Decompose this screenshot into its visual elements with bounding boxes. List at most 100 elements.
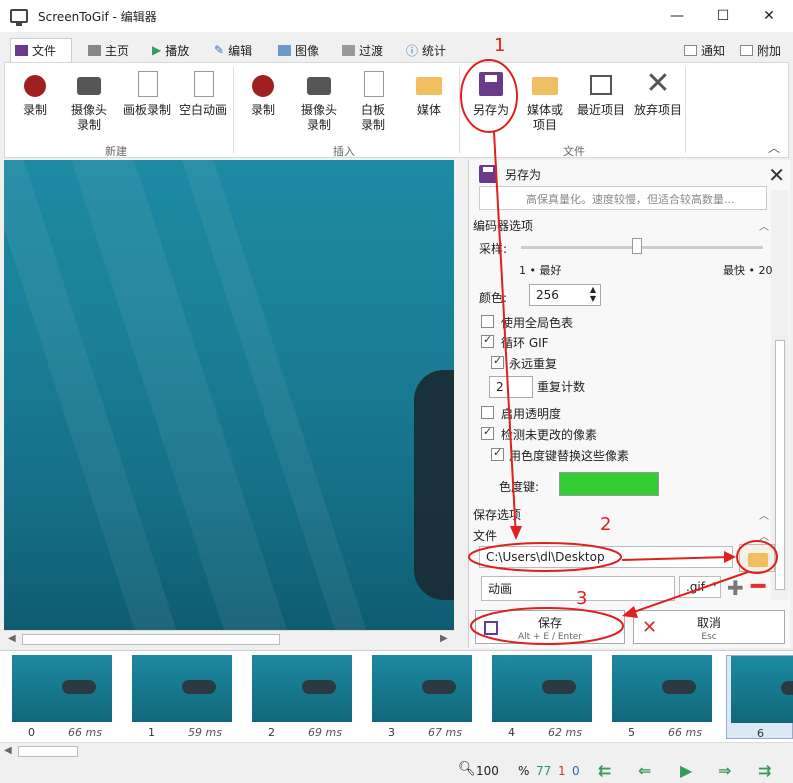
previous-frame-icon[interactable]: ⇐ <box>638 761 651 780</box>
file-section-header: 文件 <box>473 529 498 543</box>
browse-folder-button[interactable] <box>739 544 775 572</box>
collapse-ribbon-icon[interactable]: ︿ <box>768 139 780 156</box>
ribbon-group-new-label: 新建 <box>105 145 127 158</box>
repeat-forever-checkbox[interactable] <box>491 354 504 369</box>
scroll-left-icon[interactable]: ◀ <box>4 745 12 756</box>
maximize-button[interactable]: ☐ <box>700 0 746 32</box>
last-frame-icon[interactable]: ⇉ <box>758 761 771 780</box>
use-global-palette-label: 使用全局色表 <box>501 316 574 330</box>
tab-file[interactable]: 文件 <box>10 38 72 62</box>
sampling-slider-thumb[interactable] <box>632 238 642 254</box>
scroll-thumb[interactable] <box>775 340 785 590</box>
use-global-palette-checkbox[interactable] <box>481 315 494 328</box>
record-icon <box>20 69 50 99</box>
output-folder-path-input[interactable]: C:\Users\dl\Desktop <box>479 546 733 568</box>
scroll-thumb[interactable] <box>18 746 78 757</box>
tab-edit[interactable]: ✎ 编辑 <box>210 38 256 62</box>
annotation-number-2: 2 <box>600 514 612 535</box>
close-x-icon: ✕ <box>645 66 671 101</box>
colors-label: 颜色: <box>479 291 508 305</box>
repeat-count-input[interactable]: 2 <box>489 376 533 398</box>
cancel-button[interactable]: ✕ 取消 Esc <box>633 610 785 644</box>
replace-chroma-label: 用色度键替换这些像素 <box>509 449 630 463</box>
extras-button[interactable]: 附加 <box>736 38 785 62</box>
insert-whiteboard-recording-button[interactable]: 白板 录制 <box>345 69 401 133</box>
scroll-left-icon[interactable]: ◀ <box>8 633 16 644</box>
insert-media-button[interactable]: 媒体 <box>401 69 457 118</box>
timeline-frame[interactable]: 4 62 ms <box>488 655 592 739</box>
zoom-unit: % <box>518 764 530 778</box>
new-blank-animation-button[interactable]: 空白动画 <box>173 69 233 118</box>
panel-vertical-scrollbar[interactable] <box>771 190 789 600</box>
next-frame-icon[interactable]: ⇒ <box>718 761 731 780</box>
scroll-right-icon[interactable]: ▶ <box>440 633 448 644</box>
timeline-frame-selected[interactable]: 6 <box>726 655 793 740</box>
stepper-icon[interactable]: ▲ ▼ <box>590 285 596 303</box>
discard-project-button[interactable]: ✕ 放弃项目 <box>629 69 687 118</box>
recent-projects-icon <box>586 69 616 99</box>
save-media-or-project-button[interactable]: 媒体或 项目 <box>517 69 573 133</box>
chroma-key-label: 色度键: <box>499 480 540 494</box>
folder-icon <box>530 69 560 99</box>
enable-transparency-checkbox[interactable] <box>481 406 494 419</box>
pencil-icon: ✎ <box>214 43 225 57</box>
repeat-count-label: 重复计数 <box>537 380 586 394</box>
play-icon[interactable]: ▶ <box>680 761 692 780</box>
loop-gif-checkbox[interactable] <box>481 333 494 348</box>
scroll-thumb[interactable] <box>22 634 280 645</box>
frame-thumbnail <box>492 655 592 722</box>
tab-image[interactable]: 图像 <box>274 38 323 62</box>
ribbon-separator <box>233 67 234 153</box>
sampling-slider-track[interactable] <box>521 246 763 249</box>
replace-chroma-checkbox[interactable] <box>491 446 504 461</box>
timeline-frame[interactable]: 1 59 ms <box>128 655 232 739</box>
close-panel-icon[interactable]: ✕ <box>768 163 785 187</box>
selected-frames-count: 1 <box>558 764 566 778</box>
timeline-scrollbar[interactable]: ◀ <box>0 742 793 759</box>
timeline-frame[interactable]: 2 69 ms <box>248 655 352 739</box>
chevron-up-icon[interactable]: ︿ <box>759 528 769 543</box>
preview-horizontal-scrollbar[interactable]: ◀ ▶ <box>4 630 454 647</box>
new-recording-button[interactable]: 录制 <box>7 69 63 118</box>
frame-timeline: 0 66 ms 1 59 ms 2 69 ms 3 67 ms 4 62 ms 5 66 m… <box>0 650 793 742</box>
chroma-key-color-swatch[interactable] <box>559 472 659 496</box>
chevron-up-icon[interactable]: ︿ <box>759 218 769 233</box>
insert-recording-button[interactable]: 录制 <box>235 69 291 118</box>
timeline-frame[interactable]: 0 66 ms <box>8 655 112 739</box>
new-webcam-recording-button[interactable]: 摄像头 录制 <box>61 69 117 133</box>
frame-thumbnail <box>612 655 712 722</box>
detect-unchanged-checkbox[interactable] <box>481 425 494 440</box>
recent-projects-button[interactable]: 最近项目 <box>571 69 631 118</box>
tab-transitions[interactable]: 过渡 <box>338 38 387 62</box>
new-board-recording-button[interactable]: 画板录制 <box>117 69 177 118</box>
chevron-up-icon[interactable]: ︿ <box>759 507 769 522</box>
save-as-button[interactable]: 另存为 <box>463 69 519 118</box>
ribbon-group-file-label: 文件 <box>563 145 585 158</box>
timeline-frame[interactable]: 5 66 ms <box>608 655 712 739</box>
frame-thumbnail <box>12 655 112 722</box>
format-description[interactable]: 高保真量化。速度较慢，但适合较高数量... <box>479 186 767 210</box>
extras-icon <box>740 44 753 56</box>
colors-input[interactable]: 256 ▲ ▼ <box>529 284 601 306</box>
zoom-value[interactable]: 100 <box>476 764 499 778</box>
remove-icon[interactable]: ━ <box>751 572 765 600</box>
insert-webcam-recording-button[interactable]: 摄像头 录制 <box>291 69 347 133</box>
tab-statistics[interactable]: ⓘ 统计 <box>402 38 450 62</box>
minimize-button[interactable]: — <box>654 0 700 32</box>
transition-icon <box>342 44 355 56</box>
notifications-button[interactable]: 通知 <box>680 38 729 62</box>
sampling-min-label: 1 • 最好 <box>519 264 562 277</box>
camera-icon <box>74 69 104 99</box>
tab-home[interactable]: 主页 <box>84 38 133 62</box>
timeline-frame[interactable]: 3 67 ms <box>368 655 472 739</box>
save-button[interactable]: 保存 Alt + E / Enter <box>475 610 625 644</box>
frame-preview[interactable] <box>4 160 454 630</box>
first-frame-icon[interactable]: ⇇ <box>598 761 611 780</box>
extension-select[interactable]: .gif ▾ <box>679 576 721 598</box>
detect-unchanged-label: 检测未更改的像素 <box>501 428 598 442</box>
close-window-button[interactable]: ✕ <box>746 0 792 32</box>
add-icon[interactable]: ✚ <box>727 576 744 600</box>
repeat-forever-label: 永远重复 <box>509 357 558 371</box>
tab-playback[interactable]: ▶ 播放 <box>148 38 193 62</box>
frame-thumbnail <box>252 655 352 722</box>
